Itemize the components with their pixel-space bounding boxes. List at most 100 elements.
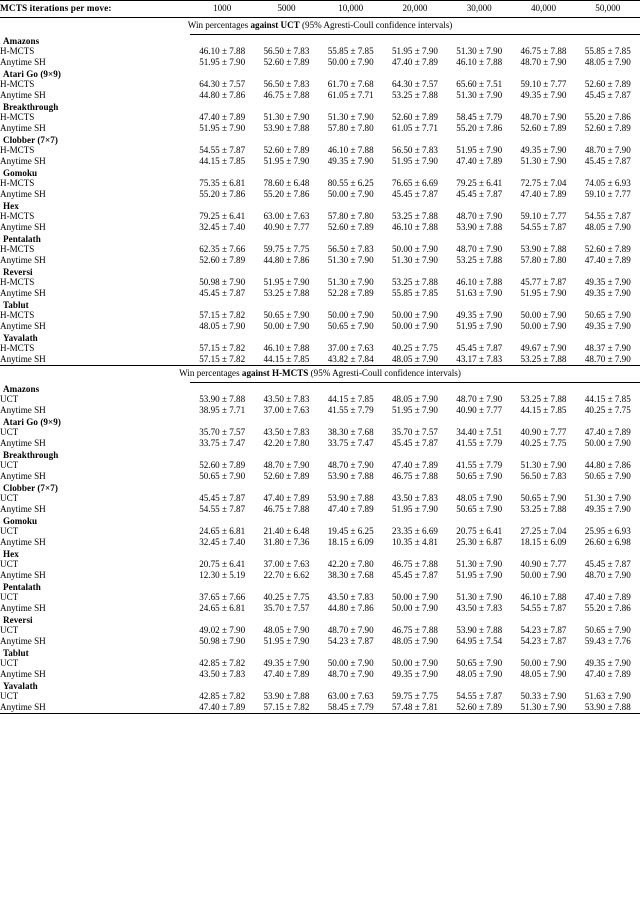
algorithm-label: H-MCTS — [0, 343, 35, 354]
algorithm-label: H-MCTS — [0, 45, 35, 56]
win-percentage-cell: 50.00 ± 7.90 — [584, 437, 631, 448]
win-percentage-cell: 58.45 ± 7.79 — [456, 111, 503, 122]
win-percentage-cell: 50.00 ± 7.90 — [392, 321, 438, 332]
win-percentage-cell: 53.25 ± 7.88 — [392, 277, 438, 288]
win-percentage-cell: 54.55 ± 7.87 — [456, 691, 503, 702]
win-percentage-cell: 63.00 ± 7.63 — [327, 691, 374, 702]
win-percentage-cell: 50.00 ± 7.90 — [263, 321, 310, 332]
win-percentage-cell: 51.30 ± 7.90 — [263, 111, 310, 122]
win-percentage-cell: 47.40 ± 7.89 — [584, 254, 631, 265]
table-row: H-MCTS 57.15 ± 7.82 46.10 ± 7.88 37.00 ± 7.… — [0, 343, 640, 354]
win-percentage-cell: 59.10 ± 7.77 — [584, 188, 631, 199]
win-percentage-cell: 57.15 ± 7.82 — [199, 354, 246, 365]
algorithm-label: Anytime SH — [0, 404, 46, 415]
table-row: Anytime SH 52.60 ± 7.89 44.80 ± 7.86 51.30 … — [0, 255, 640, 266]
header-iterations-1: 5000 — [277, 2, 296, 13]
game-group-row: Gomoku — [0, 167, 640, 178]
win-percentage-cell: 53.25 ± 7.88 — [520, 503, 567, 514]
table-row: H-MCTS 79.25 ± 6.41 63.00 ± 7.63 57.80 ± 7.… — [0, 211, 640, 222]
game-group-row: Pentalath — [0, 233, 640, 244]
win-percentage-cell: 53.25 ± 7.88 — [520, 394, 567, 405]
table-row: Anytime SH 12.30 ± 5.19 22.70 ± 6.62 38.30 … — [0, 570, 640, 581]
win-percentage-cell: 51.95 ± 7.90 — [392, 155, 438, 166]
win-percentage-cell: 54.55 ± 7.87 — [584, 211, 631, 222]
win-percentage-cell: 48.70 ± 7.90 — [584, 570, 631, 581]
win-percentage-cell: 43.82 ± 7.84 — [327, 354, 374, 365]
algorithm-label: UCT — [0, 592, 19, 603]
algorithm-label: Anytime SH — [0, 354, 46, 365]
win-percentage-cell: 50.65 ± 7.90 — [456, 470, 503, 481]
win-percentage-cell: 40.25 ± 7.75 — [392, 343, 438, 354]
table-row: UCT 42.85 ± 7.82 53.90 ± 7.88 63.00 ± 7.63 5… — [0, 692, 640, 703]
win-percentage-cell: 55.20 ± 7.86 — [263, 188, 310, 199]
win-percentage-cell: 48.05 ± 7.90 — [392, 354, 438, 365]
table-row: UCT 20.75 ± 6.41 37.00 ± 7.63 42.20 ± 7.80 4… — [0, 559, 640, 570]
win-percentage-cell: 44.80 ± 7.86 — [199, 89, 246, 100]
win-percentage-cell: 46.75 ± 7.88 — [392, 559, 438, 570]
algorithm-label: UCT — [0, 625, 19, 636]
win-percentage-cell: 74.05 ± 6.93 — [584, 178, 631, 189]
win-percentage-cell: 50.65 ± 7.90 — [584, 470, 631, 481]
game-name: Clobber (7×7) — [3, 134, 58, 145]
algorithm-label: H-MCTS — [0, 145, 35, 156]
win-percentage-cell: 56.50 ± 7.83 — [327, 244, 374, 255]
algorithm-label: Anytime SH — [0, 570, 46, 581]
win-percentage-cell: 56.50 ± 7.83 — [263, 78, 310, 89]
win-percentage-cell: 58.45 ± 7.79 — [327, 702, 374, 713]
algorithm-label: UCT — [0, 460, 19, 471]
mcts-results-table: MCTS iterations per move: 1000 5000 10,000 2… — [0, 0, 640, 715]
win-percentage-cell: 51.95 ± 7.90 — [392, 503, 438, 514]
win-percentage-cell: 57.80 ± 7.80 — [327, 122, 374, 133]
win-percentage-cell: 43.50 ± 7.83 — [456, 603, 503, 614]
table-row: Anytime SH 51.95 ± 7.90 52.60 ± 7.89 50.00 … — [0, 57, 640, 68]
win-percentage-cell: 64.30 ± 7.57 — [199, 78, 246, 89]
win-percentage-cell: 43.50 ± 7.83 — [327, 592, 374, 603]
game-name: Atari Go (9×9) — [3, 68, 61, 79]
win-percentage-cell: 51.30 ± 7.90 — [456, 592, 503, 603]
algorithm-label: UCT — [0, 658, 19, 669]
win-percentage-cell: 51.95 ± 7.90 — [392, 404, 438, 415]
win-percentage-cell: 51.95 ± 7.90 — [456, 145, 503, 156]
section-caption-row-0: Win percentages against UCT (95% Agresti… — [0, 18, 640, 34]
win-percentage-cell: 53.90 ± 7.88 — [199, 394, 246, 405]
algorithm-label: UCT — [0, 526, 19, 537]
win-percentage-cell: 49.35 ± 7.90 — [584, 658, 631, 669]
game-name: Tablut — [3, 648, 29, 659]
win-percentage-cell: 57.15 ± 7.82 — [199, 310, 246, 321]
win-percentage-cell: 25.30 ± 6.87 — [456, 537, 503, 547]
win-percentage-cell: 45.45 ± 7.87 — [392, 188, 438, 199]
game-group-row: Amazons — [0, 35, 640, 46]
win-percentage-cell: 19.45 ± 6.25 — [327, 526, 374, 537]
win-percentage-cell: 59.10 ± 7.77 — [520, 78, 567, 89]
win-percentage-cell: 48.70 ± 7.90 — [520, 111, 567, 122]
win-percentage-cell: 46.10 ± 7.88 — [520, 592, 567, 603]
win-percentage-cell: 48.05 ± 7.90 — [199, 321, 246, 332]
win-percentage-cell: 52.60 ± 7.89 — [392, 111, 438, 122]
header-iterations-5: 40,000 — [530, 2, 556, 13]
win-percentage-cell: 45.45 ± 7.87 — [456, 188, 503, 199]
table-row: H-MCTS 46.10 ± 7.88 56.50 ± 7.83 55.85 ± 7.… — [0, 46, 640, 57]
win-percentage-cell: 22.70 ± 6.62 — [263, 570, 310, 581]
game-group-row: Gomoku — [0, 515, 640, 526]
algorithm-label: H-MCTS — [0, 310, 35, 321]
win-percentage-cell: 41.55 ± 7.79 — [327, 404, 374, 415]
win-percentage-cell: 51.30 ± 7.90 — [584, 493, 631, 504]
table-row: Anytime SH 24.65 ± 6.81 35.70 ± 7.57 44.80 … — [0, 603, 640, 614]
game-name: Atari Go (9×9) — [3, 416, 61, 427]
algorithm-label: H-MCTS — [0, 277, 35, 288]
win-percentage-cell: 59.75 ± 7.75 — [263, 244, 310, 255]
win-percentage-cell: 51.95 ± 7.90 — [263, 155, 310, 166]
win-percentage-cell: 43.50 ± 7.83 — [199, 669, 246, 680]
win-percentage-cell: 40.90 ± 7.77 — [263, 221, 310, 232]
win-percentage-cell: 37.00 ± 7.63 — [263, 404, 310, 415]
table-row: UCT 49.02 ± 7.90 48.05 ± 7.90 48.70 ± 7.90 4… — [0, 626, 640, 637]
win-percentage-cell: 45.45 ± 7.87 — [584, 155, 631, 166]
win-percentage-cell: 50.65 ± 7.90 — [584, 625, 631, 636]
algorithm-label: Anytime SH — [0, 155, 46, 166]
table-row: UCT 35.70 ± 7.57 43.50 ± 7.83 38.30 ± 7.68 3… — [0, 427, 640, 438]
win-percentage-cell: 79.25 ± 6.41 — [456, 178, 503, 189]
win-percentage-cell: 24.65 ± 6.81 — [199, 603, 246, 614]
table-row: UCT 24.65 ± 6.81 21.40 ± 6.48 19.45 ± 6.25 2… — [0, 526, 640, 537]
win-percentage-cell: 43.50 ± 7.83 — [392, 493, 438, 504]
game-name: Clobber (7×7) — [3, 482, 58, 493]
